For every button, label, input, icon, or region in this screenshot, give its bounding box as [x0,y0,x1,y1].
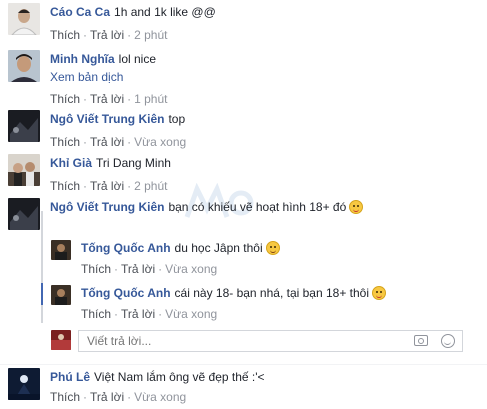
comment-text: top [168,112,186,126]
timestamp[interactable]: 1 phút [134,92,167,106]
like-link[interactable]: Thích [81,262,111,276]
like-link[interactable]: Thích [81,307,111,321]
timestamp[interactable]: 2 phút [134,28,167,42]
reply-link[interactable]: Trả lời [90,135,124,149]
smiley-icon[interactable] [441,334,455,348]
comment-text: Tri Dang Minh [96,156,171,170]
comment-author[interactable]: Tống Quốc Anh [81,241,171,255]
like-link[interactable]: Thích [50,179,80,193]
current-user-avatar [51,330,71,350]
comment-actions: Thích · Trả lời · Vừa xong [81,262,218,276]
reply-thread-line [41,211,43,323]
reply-link[interactable]: Trả lời [90,28,124,42]
comment-body: Tống Quốc Anh cái này 18- bạn nhá, tại bạ… [81,285,471,322]
avatar[interactable] [51,285,71,305]
comment-body: Tống Quốc Anh du học Jâpn thôi Thích · Trả … [81,240,471,277]
comment-text: bạn có khiếu vẽ hoạt hình 18+ đó [168,200,347,214]
reply-link[interactable]: Trả lời [90,390,124,404]
comment-text: Việt Nam lắm ông vẽ đẹp thế :'< [94,370,265,384]
timestamp[interactable]: Vừa xong [165,307,217,321]
comment-body: Khỉ Già Tri Dang Minh Thích · Trả lời · 2 phú… [50,155,478,194]
comment-actions: Thích · Trả lời · Vừa xong [50,135,187,149]
avatar[interactable] [8,154,40,186]
reply-link[interactable]: Trả lời [90,92,124,106]
avatar[interactable] [8,198,40,230]
reply-link[interactable]: Trả lời [121,262,155,276]
reply-link[interactable]: Trả lời [121,307,155,321]
comment-author[interactable]: Khỉ Già [50,156,92,170]
comment-text: du học Jâpn thôi [174,241,263,255]
comment-body: Ngô Viết Trung Kiên bạn có khiếu vẽ hoạt … [50,199,478,215]
comment-actions: Thích · Trả lời · Vừa xong [50,390,187,404]
comment-actions: Thích · Trả lời · 2 phút [50,28,168,42]
comment-author[interactable]: Cáo Ca Ca [50,5,110,19]
reply-thread-line-active [41,283,43,305]
avatar[interactable] [8,368,40,400]
timestamp[interactable]: Vừa xong [134,390,186,404]
comment-body: Phú Lê Việt Nam lắm ông vẽ đẹp thế :'< Th… [50,369,478,405]
like-link[interactable]: Thích [50,135,80,149]
comment-body: Cáo Ca Ca 1h and 1k like @@ Thích · Trả lời… [50,4,478,43]
see-translation-link[interactable]: Xem bản dịch [50,69,478,85]
like-link[interactable]: Thích [50,92,80,106]
avatar[interactable] [8,110,40,142]
timestamp[interactable]: Vừa xong [134,135,186,149]
avatar[interactable] [51,240,71,260]
comment-text: cái này 18- bạn nhá, tại bạn 18+ thôi [174,286,370,300]
camera-icon[interactable] [414,335,428,346]
avatar[interactable] [8,50,40,82]
tongue-emoji-icon [372,286,387,300]
grin-emoji-icon [265,241,280,255]
divider [0,364,487,365]
comment-author[interactable]: Ngô Viết Trung Kiên [50,112,164,126]
comment-actions: Thích · Trả lời · 2 phút [50,179,168,193]
comment-author[interactable]: Ngô Viết Trung Kiên [50,200,164,214]
comment-actions: Thích · Trả lời · 1 phút [50,92,168,106]
timestamp[interactable]: 2 phút [134,179,167,193]
comment-body: Ngô Viết Trung Kiên top Thích · Trả lời · Vừa… [50,111,478,150]
timestamp[interactable]: Vừa xong [165,262,217,276]
reply-composer [51,330,463,352]
reply-link[interactable]: Trả lời [90,179,124,193]
comment-author[interactable]: Phú Lê [50,370,90,384]
avatar[interactable] [8,3,40,35]
reply-input[interactable] [78,330,463,352]
comment-author[interactable]: Tống Quốc Anh [81,286,171,300]
comment-text: lol nice [118,52,157,66]
comment-text: 1h and 1k like @@ [114,5,216,19]
comment-author[interactable]: Minh Nghĩa [50,52,115,66]
comment-actions: Thích · Trả lời · Vừa xong [81,307,218,321]
tongue-emoji-icon [349,200,364,214]
like-link[interactable]: Thích [50,390,80,404]
like-link[interactable]: Thích [50,28,80,42]
comment-body: Minh Nghĩa lol nice Xem bản dịch Thích · Tr… [50,51,478,107]
